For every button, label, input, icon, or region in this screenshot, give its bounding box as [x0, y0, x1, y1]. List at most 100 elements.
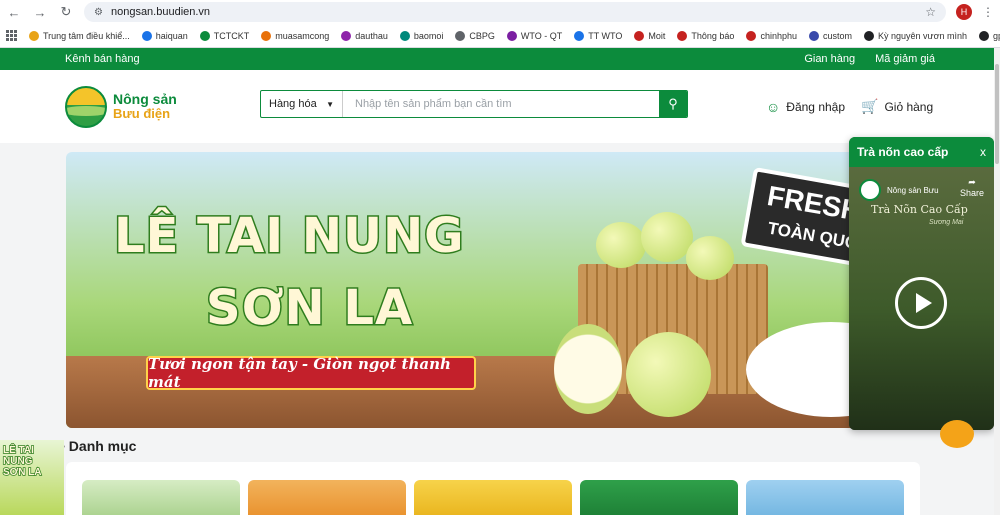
apps-grid-icon[interactable] — [6, 29, 17, 42]
video-popup: Trà nõn cao cấp x Nông sản Bưu ➦ Share T… — [849, 137, 994, 430]
bookmark-favicon-icon — [809, 30, 819, 41]
search-input[interactable] — [343, 91, 659, 117]
video-player[interactable]: Nông sản Bưu ➦ Share Trà Nõn Cao Cấp Sươ… — [849, 167, 994, 430]
bookmark-favicon-icon — [399, 30, 410, 41]
cart-label: Giỏ hàng — [884, 99, 934, 114]
bookmark-label: gpt — [993, 30, 1000, 41]
pear-image — [596, 222, 646, 268]
site-info-icon[interactable]: ⚙ — [94, 7, 103, 18]
banner-title-line2: SƠN LA — [204, 279, 414, 338]
reload-icon[interactable]: ↻ — [58, 4, 74, 20]
close-icon[interactable]: x — [980, 145, 986, 159]
share-label: Share — [959, 188, 984, 198]
pear-half-image — [554, 324, 622, 414]
bookmark-label: muasamcong — [275, 30, 330, 41]
bookmark-item[interactable]: custom — [809, 30, 852, 41]
search-button[interactable]: ⚲ — [659, 91, 687, 117]
voucher-link[interactable]: Mã giảm giá — [875, 53, 935, 65]
share-icon: ➦ — [968, 177, 976, 187]
mini-promo-line2: SƠN LA — [2, 466, 42, 479]
page-scrollbar[interactable] — [994, 48, 1000, 515]
bookmark-item[interactable]: dauthau — [341, 30, 388, 41]
site-logo[interactable]: Nông sản Bưu điện — [65, 85, 177, 128]
bookmark-item[interactable]: TT WTO — [574, 30, 623, 41]
bookmark-label: CBPG — [469, 30, 495, 41]
bookmark-label: TT WTO — [588, 30, 623, 41]
scrollbar-thumb[interactable] — [995, 64, 999, 164]
video-popup-header: Trà nõn cao cấp x — [849, 137, 994, 167]
logo-icon — [65, 85, 107, 128]
bookmark-favicon-icon — [746, 30, 757, 41]
cart-button[interactable]: 🛒 Giỏ hàng — [861, 98, 933, 115]
bookmark-label: Thông báo — [691, 30, 735, 41]
account-area: ☺ Đăng nhập 🛒 Giỏ hàng — [766, 98, 933, 115]
forward-icon[interactable]: → — [32, 4, 48, 20]
bookmark-item[interactable]: TCTCKT — [199, 30, 250, 41]
bookmark-item[interactable]: gpt — [979, 30, 1000, 41]
bookmark-favicon-icon — [677, 30, 688, 41]
bookmark-item[interactable]: Kỳ nguyên vươn mình — [864, 30, 967, 41]
seller-channel-link[interactable]: Kênh bán hàng — [65, 53, 140, 65]
bookmark-star-icon[interactable]: ☆ — [925, 5, 936, 19]
mini-promo-line1: LÊ TAI NUNG — [2, 444, 34, 468]
bookmark-favicon-icon — [141, 30, 152, 41]
category-card[interactable] — [746, 480, 904, 515]
bookmark-label: TCTCKT — [213, 30, 250, 41]
channel-name[interactable]: Nông sản Bưu — [887, 186, 939, 195]
search-category-select[interactable]: Hàng hóa ▼ — [261, 91, 343, 117]
bookmark-item[interactable]: chinhphu — [746, 30, 797, 41]
bookmark-favicon-icon — [199, 30, 210, 41]
bookmark-favicon-icon — [634, 30, 645, 41]
bookmark-favicon-icon — [455, 30, 466, 41]
pear-image — [686, 236, 734, 280]
url-text: nongsan.buudien.vn — [110, 6, 211, 18]
bookmark-item[interactable]: Thông báo — [677, 30, 735, 41]
back-icon[interactable]: ← — [6, 4, 22, 20]
play-icon[interactable] — [895, 277, 947, 329]
user-icon: ☺ — [766, 98, 781, 115]
category-card[interactable] — [580, 480, 738, 515]
site-topbar: Kênh bán hàng Gian hàng Mã giảm giá — [0, 48, 1000, 70]
bookmark-label: chinhphu — [760, 30, 797, 41]
site-header: Nông sản Bưu điện Hàng hóa ▼ ⚲ ☺ Đăng nh… — [0, 70, 1000, 143]
address-bar[interactable]: ⚙ nongsan.buudien.vn ☆ — [84, 2, 946, 22]
floating-promo-thumbnail[interactable]: LÊ TAI NUNG SƠN LA — [0, 440, 64, 515]
banner-title-line1: LÊ TAI NUNG — [113, 207, 466, 266]
profile-avatar[interactable]: H — [956, 4, 972, 20]
caret-down-icon: ▼ — [326, 99, 334, 109]
bookmark-favicon-icon — [574, 30, 585, 41]
bookmark-favicon-icon — [979, 30, 989, 41]
category-heading-text: Danh mục — [68, 438, 137, 454]
pear-image — [626, 332, 711, 417]
bookmark-item[interactable]: Trung tâm điều khiể... — [29, 30, 130, 41]
chat-mascot-button[interactable] — [940, 420, 974, 448]
bookmark-label: Moit — [648, 30, 666, 41]
bookmark-item[interactable]: baomoi — [399, 30, 444, 41]
category-card[interactable] — [414, 480, 572, 515]
cart-icon: 🛒 — [861, 98, 879, 114]
store-link[interactable]: Gian hàng — [804, 53, 855, 65]
login-button[interactable]: ☺ Đăng nhập — [766, 98, 845, 115]
bookmark-favicon-icon — [261, 30, 272, 41]
category-card[interactable] — [82, 480, 240, 515]
channel-avatar[interactable] — [859, 179, 881, 201]
hero-banner[interactable]: FRESH TOÀN QUỐC LÊ TAI NUNG SƠN LA Tươi … — [66, 152, 920, 428]
bookmark-item[interactable]: haiquan — [141, 30, 188, 41]
menu-dots-icon[interactable]: ⋮ — [982, 5, 994, 19]
category-card[interactable] — [248, 480, 406, 515]
search-category-label: Hàng hóa — [269, 98, 317, 110]
bookmark-item[interactable]: Moit — [634, 30, 666, 41]
bookmarks-bar: Trung tâm điều khiể... haiquan TCTCKT muasa… — [0, 24, 1000, 48]
bookmark-label: baomoi — [413, 30, 444, 41]
bookmark-item[interactable]: CBPG — [455, 30, 495, 41]
bookmark-item[interactable]: muasamcong — [261, 30, 330, 41]
bookmark-label: WTO - QT — [520, 30, 563, 41]
banner-slogan: Tươi ngon tận tay - Giòn ngọt thanh mát — [146, 355, 476, 391]
bookmark-label: dauthau — [355, 30, 388, 41]
bookmark-favicon-icon — [864, 30, 875, 41]
bookmark-favicon-icon — [506, 30, 517, 41]
bookmark-label: haiquan — [155, 30, 188, 41]
bookmark-favicon-icon — [29, 30, 39, 41]
bookmark-item[interactable]: WTO - QT — [506, 30, 563, 41]
share-button[interactable]: ➦ Share — [960, 177, 984, 198]
